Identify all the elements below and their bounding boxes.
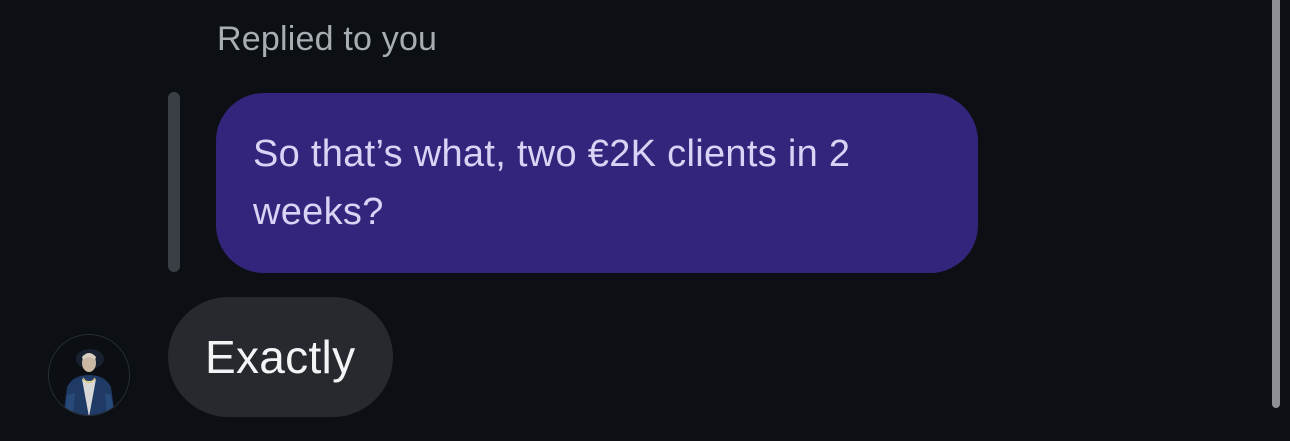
chat-thread: Replied to you So that’s what, two €2K c… — [0, 0, 1290, 441]
quoted-message-bubble[interactable]: So that’s what, two €2K clients in 2 wee… — [216, 93, 978, 273]
user-avatar-icon[interactable] — [48, 334, 130, 416]
message-text: Exactly — [205, 331, 356, 383]
person-photo-icon — [49, 335, 129, 415]
scrollbar-thumb[interactable] — [1272, 0, 1280, 408]
message-bubble[interactable]: Exactly — [168, 297, 394, 417]
reply-quote-bar — [168, 92, 180, 272]
quoted-message-text: So that’s what, two €2K clients in 2 wee… — [253, 133, 851, 233]
reply-context-label: Replied to you — [217, 20, 438, 58]
